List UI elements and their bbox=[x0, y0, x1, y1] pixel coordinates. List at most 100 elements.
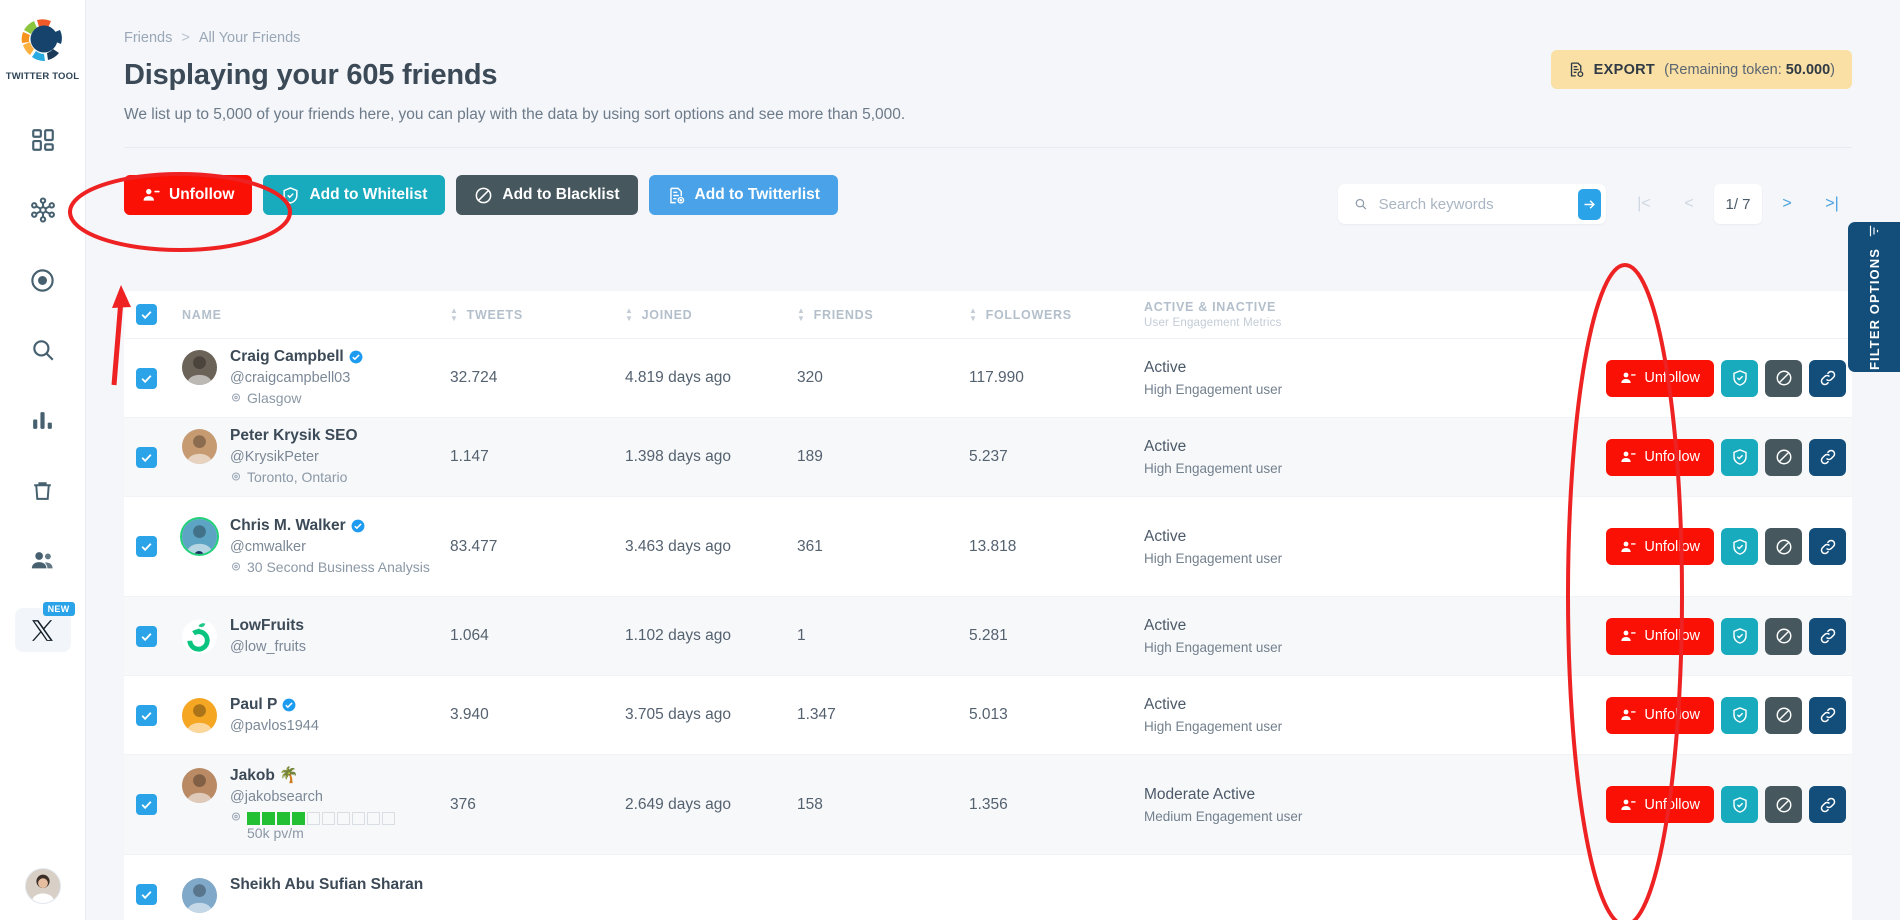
row-engagement: Active High Engagement user bbox=[1144, 696, 1594, 734]
pagination-first-button[interactable]: |< bbox=[1624, 184, 1664, 224]
row-unfollow-button[interactable]: Unfollow bbox=[1606, 438, 1714, 476]
column-header-name[interactable]: NAME bbox=[182, 308, 450, 322]
column-label-active: ACTIVE & INACTIVE bbox=[1144, 300, 1277, 314]
row-followers: 5.281 bbox=[969, 627, 1008, 644]
table-row[interactable]: Craig Campbell @craigcampbell03 Glasgow 32.… bbox=[124, 339, 1852, 418]
people-icon bbox=[31, 551, 53, 568]
table-row[interactable]: LowFruits @low_fruits 1.064 1.102 days ago 1… bbox=[124, 597, 1852, 676]
brand-logo[interactable]: TWITTER TOOL bbox=[6, 14, 79, 82]
row-whitelist-button[interactable] bbox=[1721, 696, 1758, 734]
row-blacklist-button[interactable] bbox=[1765, 696, 1802, 734]
row-unfollow-button[interactable]: Unfollow bbox=[1606, 786, 1714, 823]
row-whitelist-button[interactable] bbox=[1721, 617, 1758, 655]
search-input[interactable] bbox=[1378, 195, 1578, 213]
row-unfollow-button[interactable]: Unfollow bbox=[1606, 359, 1714, 397]
pagination-prev-button[interactable]: < bbox=[1669, 184, 1709, 224]
row-blacklist-button[interactable] bbox=[1765, 438, 1802, 476]
dashboard-grid-icon bbox=[31, 129, 54, 151]
column-header-followers[interactable]: ▲ ▼ FOLLOWERS bbox=[969, 306, 1144, 322]
breadcrumb-all-your-friends[interactable]: All Your Friends bbox=[199, 30, 301, 46]
row-whitelist-button[interactable] bbox=[1721, 786, 1758, 823]
row-engagement-level: High Engagement user bbox=[1144, 382, 1283, 397]
row-checkbox[interactable] bbox=[136, 446, 157, 468]
sidebar-item-search[interactable] bbox=[15, 328, 71, 372]
row-checkbox[interactable] bbox=[136, 536, 157, 557]
column-sublabel-engagement: User Engagement Metrics bbox=[1144, 317, 1282, 329]
filter-options-label: FILTER OPTIONS bbox=[1866, 247, 1882, 371]
table-row[interactable]: Peter Krysik SEO @KrysikPeter Toronto, Ont… bbox=[124, 418, 1852, 497]
sidebar-item-network[interactable] bbox=[15, 188, 71, 232]
column-header-friends[interactable]: ▲ ▼ FRIENDS bbox=[797, 305, 969, 323]
filter-options-tab[interactable]: FILTER OPTIONS bbox=[1848, 222, 1900, 372]
row-link-button[interactable] bbox=[1809, 359, 1846, 397]
shield-check-icon bbox=[1732, 449, 1747, 465]
row-engagement: Active High Engagement user bbox=[1144, 359, 1594, 397]
row-checkbox[interactable] bbox=[136, 883, 157, 905]
row-unfollow-button[interactable]: Unfollow bbox=[1606, 617, 1714, 655]
table-row[interactable]: Jakob 🌴 @jakobsearch 50k pv/m 376 2.649 days… bbox=[124, 755, 1852, 855]
column-header-joined[interactable]: ▲ ▼ JOINED bbox=[625, 306, 797, 322]
add-to-twitterlist-button[interactable]: Add to Twitterlist bbox=[648, 175, 838, 215]
row-checkbox[interactable] bbox=[136, 625, 157, 647]
link-icon bbox=[1820, 449, 1835, 465]
check-icon bbox=[141, 374, 152, 383]
row-link-button[interactable] bbox=[1809, 786, 1846, 823]
user-minus-icon bbox=[1621, 372, 1637, 383]
row-blacklist-button[interactable] bbox=[1765, 359, 1802, 397]
row-link-button[interactable] bbox=[1809, 696, 1846, 734]
user-block: Craig Campbell @craigcampbell03 Glasgow bbox=[182, 348, 450, 408]
sort-icon: ▲ ▼ bbox=[797, 305, 806, 323]
add-to-whitelist-button[interactable]: Add to Whitelist bbox=[263, 175, 446, 215]
trash-icon bbox=[34, 481, 51, 500]
column-header-tweets[interactable]: ▲ ▼ TWEETS bbox=[450, 306, 625, 322]
location-pin-icon bbox=[232, 812, 240, 821]
row-blacklist-button[interactable] bbox=[1765, 617, 1802, 655]
row-checkbox[interactable] bbox=[136, 794, 157, 815]
row-whitelist-button[interactable] bbox=[1721, 438, 1758, 476]
add-to-blacklist-button[interactable]: Add to Blacklist bbox=[456, 175, 638, 215]
friends-table: NAME ▲ ▼ TWEETS ▲ ▼ JOINED ▲ ▼ FRIENDS ▲ ▼ F… bbox=[124, 291, 1852, 920]
row-unfollow-label: Unfollow bbox=[1644, 449, 1700, 465]
sidebar-item-trash[interactable] bbox=[15, 468, 71, 512]
table-row[interactable]: Paul P @pavlos1944 3.940 3.705 days ago 1.34… bbox=[124, 676, 1852, 755]
row-whitelist-button[interactable] bbox=[1721, 359, 1758, 397]
bulk-unfollow-button[interactable]: Unfollow bbox=[124, 175, 253, 215]
row-link-button[interactable] bbox=[1809, 438, 1846, 476]
table-row[interactable]: Chris M. Walker @cmwalker 30 Second Busine… bbox=[124, 497, 1852, 597]
row-checkbox[interactable] bbox=[136, 704, 157, 726]
table-row[interactable]: Sheikh Abu Sufian Sharan bbox=[124, 855, 1852, 920]
row-checkbox[interactable] bbox=[136, 367, 157, 389]
user-avatar bbox=[182, 518, 217, 554]
export-button[interactable]: EXPORT (Remaining token: 50.000) bbox=[1550, 50, 1852, 89]
sidebar-item-friends[interactable] bbox=[15, 538, 71, 582]
row-name-cell: Craig Campbell @craigcampbell03 Glasgow bbox=[182, 348, 450, 408]
sidebar-item-target[interactable] bbox=[15, 258, 71, 302]
user-avatar[interactable] bbox=[24, 868, 61, 904]
user-minus-icon bbox=[143, 188, 160, 201]
pageviews-bar bbox=[247, 812, 395, 826]
sidebar-item-dashboard[interactable] bbox=[15, 118, 71, 162]
row-unfollow-button[interactable]: Unfollow bbox=[1606, 696, 1714, 734]
user-block: Peter Krysik SEO @KrysikPeter Toronto, Ont… bbox=[182, 427, 450, 487]
pagination-next-button[interactable]: > bbox=[1767, 184, 1807, 224]
pagination-last-button[interactable]: >| bbox=[1812, 184, 1852, 224]
row-link-button[interactable] bbox=[1809, 617, 1846, 655]
row-activity-status: Active bbox=[1144, 696, 1187, 713]
row-whitelist-button[interactable] bbox=[1721, 528, 1758, 565]
list-add-icon bbox=[669, 187, 684, 204]
row-blacklist-button[interactable] bbox=[1765, 528, 1802, 565]
search-submit-button[interactable] bbox=[1577, 188, 1601, 220]
select-all-checkbox[interactable] bbox=[136, 304, 157, 325]
breadcrumb-friends[interactable]: Friends bbox=[124, 30, 172, 46]
sidebar-item-x[interactable]: NEW bbox=[14, 602, 75, 652]
row-unfollow-button[interactable]: Unfollow bbox=[1606, 528, 1714, 565]
row-blacklist-button[interactable] bbox=[1765, 786, 1802, 823]
avatar-image bbox=[182, 698, 217, 733]
sidebar-item-analytics[interactable] bbox=[15, 398, 71, 442]
row-friends: 1.347 bbox=[797, 706, 836, 723]
row-engagement: Active High Engagement user bbox=[1144, 438, 1594, 476]
column-label-friends: FRIENDS bbox=[813, 307, 874, 322]
pagination: |< < 1/ 7 > >| bbox=[1624, 184, 1852, 224]
row-link-button[interactable] bbox=[1809, 528, 1846, 565]
table-header-row: NAME ▲ ▼ TWEETS ▲ ▼ JOINED ▲ ▼ FRIENDS ▲ ▼ F… bbox=[124, 291, 1852, 339]
